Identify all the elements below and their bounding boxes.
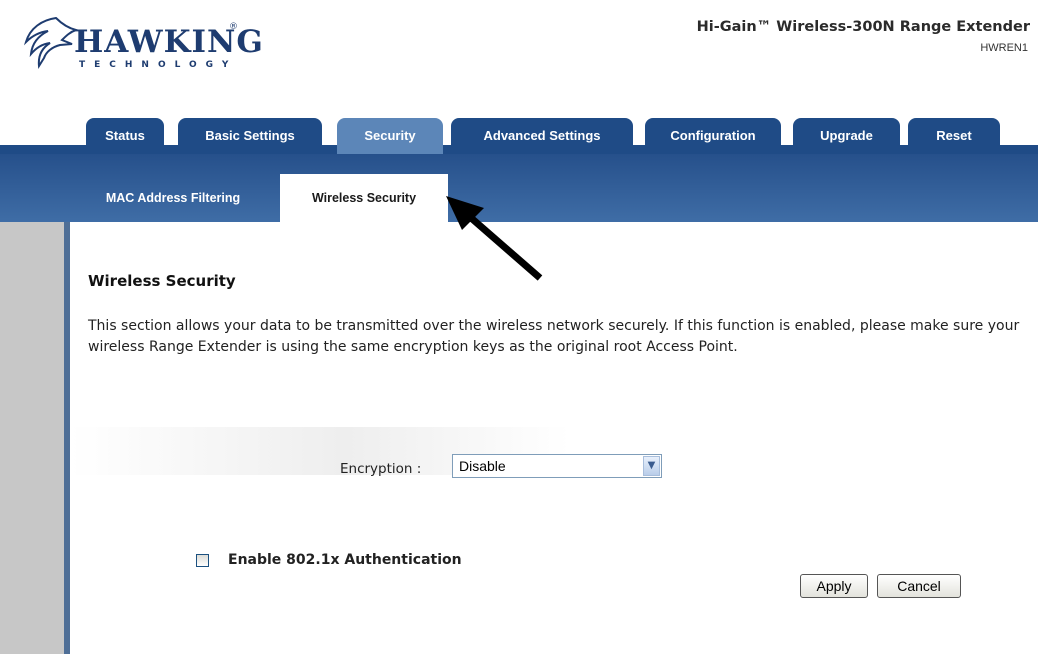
annotation-arrow-icon	[446, 196, 543, 281]
page-title: Wireless Security	[88, 272, 236, 290]
subtab-wireless-security[interactable]: Wireless Security	[280, 174, 448, 222]
tab-advanced-settings[interactable]: Advanced Settings	[451, 118, 633, 154]
main-tabs: Status Basic Settings Security Advanced …	[0, 118, 1038, 154]
left-sidebar	[0, 222, 64, 654]
brand-registered: ®	[229, 22, 238, 32]
tab-security[interactable]: Security	[337, 118, 443, 154]
content-panel: Wireless Security This section allows yo…	[70, 222, 1038, 654]
encryption-select[interactable]: Disable ▼	[452, 454, 662, 478]
tab-status[interactable]: Status	[86, 118, 164, 154]
section-description: This section allows your data to be tran…	[88, 318, 1020, 355]
tab-reset[interactable]: Reset	[908, 118, 1000, 154]
chevron-down-icon[interactable]: ▼	[643, 456, 660, 476]
cancel-button[interactable]: Cancel	[877, 574, 961, 598]
header: HAWKING ® TECHNOLOGY Hi-Gain™ Wireless-3…	[0, 0, 1038, 118]
encryption-label: Encryption :	[340, 461, 422, 477]
enable-8021x-checkbox[interactable]	[196, 554, 209, 567]
hawking-logo: HAWKING ® TECHNOLOGY	[22, 14, 263, 74]
hawk-icon	[23, 16, 78, 70]
tab-upgrade[interactable]: Upgrade	[793, 118, 900, 154]
enable-8021x-label: Enable 802.1x Authentication	[228, 552, 462, 568]
subtab-mac-address-filtering[interactable]: MAC Address Filtering	[80, 174, 266, 222]
encryption-selected-value: Disable	[459, 458, 506, 474]
apply-button[interactable]: Apply	[800, 574, 868, 598]
model-number: HWREN1	[980, 42, 1028, 54]
tab-configuration[interactable]: Configuration	[645, 118, 781, 154]
brand-subtitle: TECHNOLOGY	[79, 60, 238, 70]
tab-basic-settings[interactable]: Basic Settings	[178, 118, 322, 154]
product-title: Hi-Gain™ Wireless-300N Range Extender	[696, 19, 1030, 35]
